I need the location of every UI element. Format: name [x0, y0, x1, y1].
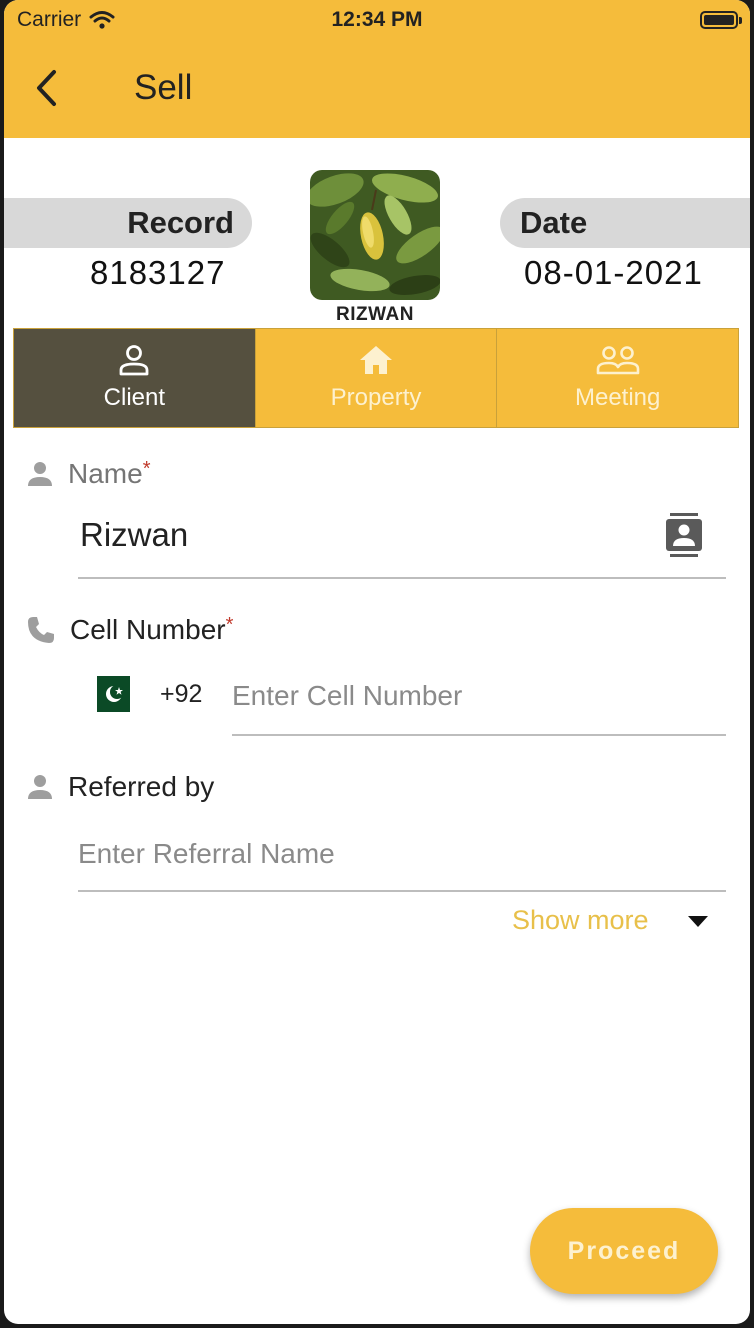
app-bar: Carrier 12:34 PM Sell: [4, 0, 750, 138]
tab-property[interactable]: Property: [254, 329, 497, 427]
show-more-link[interactable]: Show more: [512, 905, 649, 936]
tab-client-label: Client: [103, 384, 166, 411]
contact-book-button[interactable]: [664, 512, 704, 558]
referred-underline: [78, 890, 726, 892]
tab-property-label: Property: [330, 384, 422, 411]
avatar[interactable]: [310, 170, 440, 300]
name-underline: [78, 577, 726, 579]
cell-underline: [232, 734, 726, 736]
country-flag-button[interactable]: [88, 676, 130, 712]
people-outline-icon: [596, 346, 639, 375]
date-value: 08-01-2021: [524, 254, 703, 291]
record-number: 8183127: [90, 254, 226, 291]
date-label: Date: [520, 205, 588, 240]
contact-book-icon: [666, 513, 702, 557]
cell-label: Cell Number*: [70, 614, 234, 645]
chevron-left-icon: [37, 70, 56, 106]
tab-client[interactable]: Client: [14, 329, 255, 427]
record-label: Record: [127, 205, 234, 240]
country-code: +92: [160, 680, 203, 708]
name-value[interactable]: Rizwan: [80, 516, 188, 554]
person-icon: [28, 775, 52, 799]
page-title: Sell: [134, 68, 193, 107]
proceed-button[interactable]: Proceed: [530, 1208, 718, 1294]
pakistan-flag-icon: [106, 685, 124, 702]
avatar-photo: [310, 170, 440, 300]
referred-label: Referred by: [68, 771, 215, 802]
back-button[interactable]: [26, 62, 66, 114]
avatar-name: RIZWAN: [336, 304, 414, 325]
phone-screen: Carrier 12:34 PM Sell Record 8183127 Dat…: [4, 0, 750, 1324]
status-time: 12:34 PM: [331, 8, 423, 31]
name-label: Name*: [68, 458, 151, 489]
name-label-row: Name*: [26, 458, 151, 490]
tab-meeting-label: Meeting: [574, 384, 661, 411]
date-pill: Date: [500, 198, 750, 248]
home-icon: [360, 346, 392, 374]
person-outline-icon: [119, 345, 149, 376]
battery-icon: [700, 11, 742, 29]
person-icon: [28, 462, 52, 486]
section-tabs: Client Property Meeting: [13, 328, 739, 428]
cell-label-row: Cell Number*: [26, 614, 233, 646]
caret-down-icon[interactable]: [688, 916, 708, 927]
referral-name-input[interactable]: [78, 832, 718, 876]
record-pill: Record: [4, 198, 252, 248]
required-mark: *: [142, 458, 151, 480]
cell-number-input[interactable]: [232, 674, 722, 718]
referred-label-row: Referred by: [26, 771, 214, 803]
tab-meeting[interactable]: Meeting: [496, 329, 739, 427]
phone-icon: [28, 617, 54, 643]
required-mark: *: [225, 614, 234, 636]
